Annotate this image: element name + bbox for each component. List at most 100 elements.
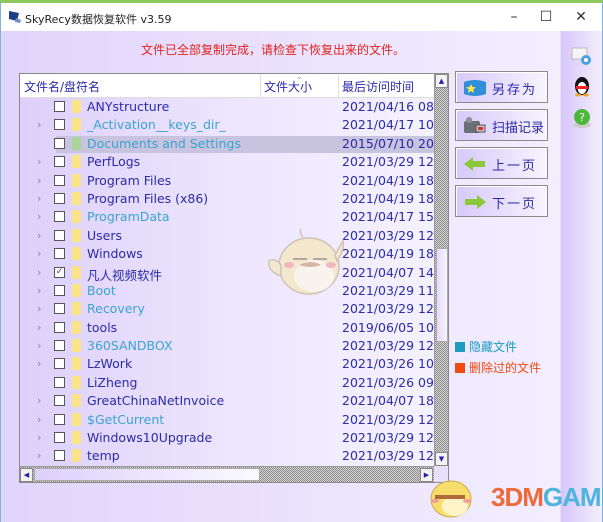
horizontal-scrollbar[interactable]: ◀ ▶ bbox=[20, 466, 434, 482]
next-page-button[interactable]: 下一页 bbox=[455, 185, 548, 217]
status-message: 文件已全部复制完成，请检查下恢复出来的文件。 bbox=[141, 43, 406, 57]
row-checkbox[interactable] bbox=[54, 340, 65, 352]
row-date: 2021/04/07 14:3 bbox=[342, 264, 434, 280]
expand-chevron-icon[interactable]: › bbox=[37, 394, 41, 407]
tree-row[interactable]: › Recovery 2021/03/29 12:2 bbox=[20, 300, 434, 318]
row-checkbox[interactable] bbox=[54, 432, 65, 444]
expand-chevron-icon[interactable]: › bbox=[37, 210, 41, 223]
client-area: 文件已全部复制完成，请检查下恢复出来的文件。 文件名/盘符名 ⌄ 文件大小 最后… bbox=[1, 31, 602, 522]
row-checkbox[interactable] bbox=[54, 248, 65, 260]
folder-icon bbox=[72, 394, 81, 408]
row-checkbox[interactable] bbox=[54, 321, 65, 333]
save-as-button[interactable]: 另存为 bbox=[455, 71, 548, 103]
vertical-scrollbar[interactable]: ▲ ▼ bbox=[434, 74, 448, 466]
expand-chevron-icon[interactable]: › bbox=[37, 339, 41, 352]
row-checkbox[interactable] bbox=[54, 376, 65, 388]
row-checkbox[interactable] bbox=[54, 450, 65, 462]
row-name: Users bbox=[87, 227, 123, 243]
scroll-up-icon[interactable]: ▲ bbox=[435, 74, 448, 88]
expand-chevron-icon[interactable]: › bbox=[37, 284, 41, 297]
row-date: 2021/04/17 10:3 bbox=[342, 117, 434, 133]
expand-chevron-icon[interactable]: › bbox=[37, 266, 41, 279]
column-header-date[interactable]: 最后访问时间 bbox=[342, 78, 414, 95]
expand-chevron-icon[interactable]: › bbox=[37, 357, 41, 370]
expand-chevron-icon[interactable]: › bbox=[37, 321, 41, 334]
window-title: SkyRecy数据恢复软件 v3.59 bbox=[25, 13, 172, 26]
prev-page-button[interactable]: 上一页 bbox=[455, 147, 548, 179]
svg-text:?: ? bbox=[579, 111, 585, 124]
scroll-left-icon[interactable]: ◀ bbox=[20, 468, 33, 482]
row-checkbox[interactable] bbox=[54, 395, 65, 407]
tree-row[interactable]: ANYstructure 2021/04/16 08:0 bbox=[20, 98, 434, 116]
horizontal-scroll-thumb[interactable] bbox=[34, 468, 260, 481]
scroll-down-icon[interactable]: ▼ bbox=[435, 452, 448, 466]
column-separator[interactable] bbox=[338, 74, 339, 98]
row-name: GreatChinaNetInvoice bbox=[87, 393, 225, 409]
tree-row[interactable]: Documents and Settings 2015/07/10 20:2 bbox=[20, 135, 434, 153]
qq-penguin-icon[interactable] bbox=[571, 75, 593, 97]
tree-row[interactable]: › ✓ 凡人视频软件 2021/04/07 14:3 bbox=[20, 264, 434, 283]
row-checkbox[interactable] bbox=[54, 211, 65, 223]
row-checkbox[interactable] bbox=[54, 413, 65, 425]
help-icon[interactable]: ? bbox=[571, 107, 593, 129]
expand-chevron-icon[interactable]: › bbox=[37, 229, 41, 242]
tree-row[interactable]: › Program Files (x86) 2021/04/19 18:4 bbox=[20, 190, 434, 208]
tree-row[interactable]: › PerfLogs 2021/03/29 12:2 bbox=[20, 153, 434, 171]
tree-row[interactable]: › ProgramData 2021/04/17 15:2 bbox=[20, 208, 434, 226]
expand-chevron-icon[interactable]: › bbox=[37, 413, 41, 426]
row-checkbox[interactable] bbox=[54, 192, 65, 204]
tree-row[interactable]: › temp 2021/03/29 12:2 bbox=[20, 447, 434, 465]
tree-row[interactable]: › 360SANDBOX 2021/03/29 12:0 bbox=[20, 337, 434, 355]
expand-chevron-icon[interactable]: › bbox=[37, 449, 41, 462]
camcorder-icon bbox=[464, 117, 486, 133]
expand-chevron-icon[interactable]: › bbox=[37, 192, 41, 205]
tree-row[interactable]: LiZheng 2021/03/26 09:5 bbox=[20, 374, 434, 392]
row-checkbox[interactable] bbox=[54, 174, 65, 186]
column-header-size[interactable]: 文件大小 bbox=[264, 78, 312, 95]
tree-row[interactable]: › Boot 2021/03/29 11:4 bbox=[20, 282, 434, 300]
expand-chevron-icon[interactable]: › bbox=[37, 431, 41, 444]
row-date: 2021/03/29 12:0 bbox=[342, 338, 434, 354]
expand-chevron-icon[interactable]: › bbox=[37, 247, 41, 260]
row-checkbox[interactable]: ✓ bbox=[54, 266, 65, 278]
expand-chevron-icon[interactable]: › bbox=[37, 155, 41, 168]
watermark: 3DMGAME bbox=[411, 473, 603, 521]
vertical-scroll-thumb[interactable] bbox=[436, 248, 448, 342]
minimize-button[interactable]: – bbox=[497, 7, 531, 27]
row-checkbox[interactable] bbox=[54, 137, 65, 149]
tree-row[interactable]: › tools 2019/06/05 10:2 bbox=[20, 319, 434, 337]
maximize-button[interactable]: ☐ bbox=[529, 7, 563, 27]
row-date: 2021/03/29 12:3 bbox=[342, 411, 434, 427]
close-button[interactable]: ✕ bbox=[564, 7, 598, 27]
expand-chevron-icon[interactable]: › bbox=[37, 302, 41, 315]
tree-row[interactable]: › Program Files 2021/04/19 18:4 bbox=[20, 172, 434, 190]
settings-gear-icon[interactable] bbox=[571, 45, 593, 67]
expand-chevron-icon[interactable]: › bbox=[37, 118, 41, 131]
folder-icon bbox=[72, 247, 81, 261]
row-checkbox[interactable] bbox=[54, 284, 65, 296]
row-checkbox[interactable] bbox=[54, 119, 65, 131]
file-tree[interactable]: 文件名/盘符名 ⌄ 文件大小 最后访问时间 ANYstructure 2021/0… bbox=[19, 73, 449, 483]
tree-row[interactable]: › Windows10Upgrade 2021/03/29 12:3 bbox=[20, 429, 434, 447]
tree-row[interactable]: › LzWork 2021/03/26 10:0 bbox=[20, 355, 434, 373]
tree-row[interactable]: › Users 2021/03/29 12:2 bbox=[20, 227, 434, 245]
next-page-label: 下一页 bbox=[492, 197, 538, 212]
row-checkbox[interactable] bbox=[54, 303, 65, 315]
row-date: 2021/04/19 18:4 bbox=[342, 246, 434, 262]
row-checkbox[interactable] bbox=[54, 156, 65, 168]
scan-history-button[interactable]: 扫描记录 bbox=[455, 109, 548, 141]
row-checkbox[interactable] bbox=[54, 229, 65, 241]
expand-chevron-icon[interactable]: › bbox=[37, 174, 41, 187]
row-name: Program Files bbox=[87, 172, 172, 188]
row-checkbox[interactable] bbox=[54, 101, 65, 112]
save-star-icon bbox=[464, 80, 486, 96]
row-checkbox[interactable] bbox=[54, 358, 65, 370]
column-separator[interactable] bbox=[260, 74, 261, 98]
folder-icon bbox=[72, 155, 81, 169]
watermark-mascot-icon bbox=[430, 480, 472, 518]
tree-row[interactable]: › $GetCurrent 2021/03/29 12:3 bbox=[20, 411, 434, 429]
tree-row[interactable]: › _Activation__keys_dir_ 2021/04/17 10:3 bbox=[20, 116, 434, 134]
tree-row[interactable]: › Windows 2021/04/19 18:4 bbox=[20, 245, 434, 263]
column-header-name[interactable]: 文件名/盘符名 bbox=[24, 78, 100, 95]
tree-row[interactable]: › GreatChinaNetInvoice 2021/04/07 18:1 bbox=[20, 392, 434, 410]
